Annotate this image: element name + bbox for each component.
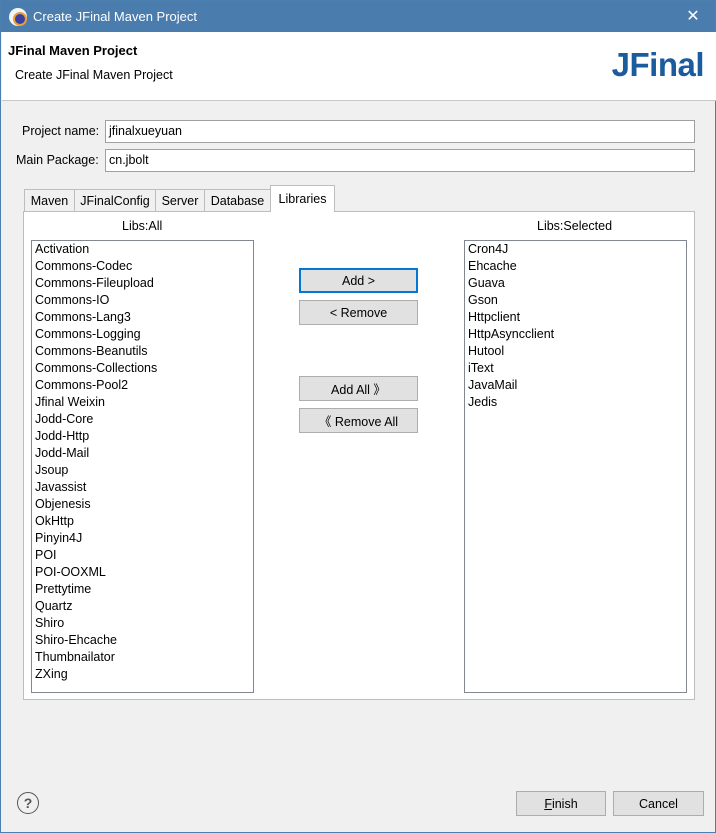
- list-item[interactable]: Objenesis: [32, 496, 253, 513]
- dialog-window: Create JFinal Maven Project ✕ JFinal Mav…: [0, 0, 716, 833]
- list-item[interactable]: Shiro-Ehcache: [32, 632, 253, 649]
- list-item[interactable]: Thumbnailator: [32, 649, 253, 666]
- list-item[interactable]: Javassist: [32, 479, 253, 496]
- wizard-title: JFinal Maven Project: [8, 43, 138, 58]
- cancel-button[interactable]: Cancel: [613, 791, 704, 816]
- help-icon[interactable]: ?: [17, 792, 39, 814]
- window-title: Create JFinal Maven Project: [33, 9, 198, 24]
- list-item[interactable]: Cron4J: [465, 241, 686, 258]
- list-item[interactable]: Httpclient: [465, 309, 686, 326]
- list-item[interactable]: Commons-Codec: [32, 258, 253, 275]
- list-item[interactable]: Commons-IO: [32, 292, 253, 309]
- project-name-input[interactable]: jfinalxueyuan: [105, 120, 695, 143]
- list-item[interactable]: JavaMail: [465, 377, 686, 394]
- list-item[interactable]: Jedis: [465, 394, 686, 411]
- finish-button[interactable]: Finish: [516, 791, 606, 816]
- list-item[interactable]: POI-OOXML: [32, 564, 253, 581]
- list-item[interactable]: Shiro: [32, 615, 253, 632]
- list-item[interactable]: HttpAsyncclient: [465, 326, 686, 343]
- finish-label: inish: [551, 796, 578, 811]
- list-item[interactable]: Jsoup: [32, 462, 253, 479]
- remove-all-button[interactable]: 《 Remove All: [299, 408, 418, 433]
- tab-libraries[interactable]: Libraries: [270, 185, 335, 212]
- list-item[interactable]: Commons-Beanutils: [32, 343, 253, 360]
- list-item[interactable]: Commons-Fileupload: [32, 275, 253, 292]
- eclipse-icon: [9, 7, 27, 26]
- list-item[interactable]: Guava: [465, 275, 686, 292]
- list-item[interactable]: Pinyin4J: [32, 530, 253, 547]
- list-item[interactable]: POI: [32, 547, 253, 564]
- finish-mnemonic: F: [544, 796, 552, 811]
- libs-all-list[interactable]: Activation Commons-Codec Commons-Fileuploa…: [31, 240, 254, 693]
- libs-selected-list[interactable]: Cron4J Ehcache Guava Gson Httpclient HttpAsyn…: [464, 240, 687, 693]
- main-package-label: Main Package:: [16, 153, 99, 167]
- list-item[interactable]: ZXing: [32, 666, 253, 683]
- list-item[interactable]: Jodd-Mail: [32, 445, 253, 462]
- list-item[interactable]: Commons-Logging: [32, 326, 253, 343]
- list-item[interactable]: Commons-Lang3: [32, 309, 253, 326]
- project-name-label: Project name:: [22, 124, 100, 138]
- list-item[interactable]: Activation: [32, 241, 253, 258]
- list-item[interactable]: Jfinal Weixin: [32, 394, 253, 411]
- tab-jfinalconfig[interactable]: JFinalConfig: [74, 189, 156, 212]
- jfinal-logo: JFinal: [611, 46, 705, 83]
- list-item[interactable]: Jodd-Core: [32, 411, 253, 428]
- list-item[interactable]: Quartz: [32, 598, 253, 615]
- list-item[interactable]: Hutool: [465, 343, 686, 360]
- list-item[interactable]: Prettytime: [32, 581, 253, 598]
- main-package-input[interactable]: cn.jbolt: [105, 149, 695, 172]
- list-item[interactable]: Gson: [465, 292, 686, 309]
- list-item[interactable]: iText: [465, 360, 686, 377]
- list-item[interactable]: Commons-Pool2: [32, 377, 253, 394]
- tab-database[interactable]: Database: [204, 189, 271, 212]
- list-item[interactable]: Commons-Collections: [32, 360, 253, 377]
- wizard-header: JFinal Maven Project Create JFinal Maven…: [2, 32, 716, 101]
- libs-all-label: Libs:All: [122, 219, 163, 233]
- list-item[interactable]: Ehcache: [465, 258, 686, 275]
- remove-button[interactable]: < Remove: [299, 300, 418, 325]
- libs-selected-label: Libs:Selected: [537, 219, 613, 233]
- close-button[interactable]: ✕: [683, 6, 703, 26]
- list-item[interactable]: OkHttp: [32, 513, 253, 530]
- add-all-button[interactable]: Add All 》: [299, 376, 418, 401]
- wizard-subtitle: Create JFinal Maven Project: [15, 68, 173, 82]
- add-button[interactable]: Add >: [299, 268, 418, 293]
- title-bar[interactable]: Create JFinal Maven Project ✕: [1, 1, 715, 32]
- tab-maven[interactable]: Maven: [24, 189, 75, 212]
- tab-server[interactable]: Server: [155, 189, 205, 212]
- list-item[interactable]: Jodd-Http: [32, 428, 253, 445]
